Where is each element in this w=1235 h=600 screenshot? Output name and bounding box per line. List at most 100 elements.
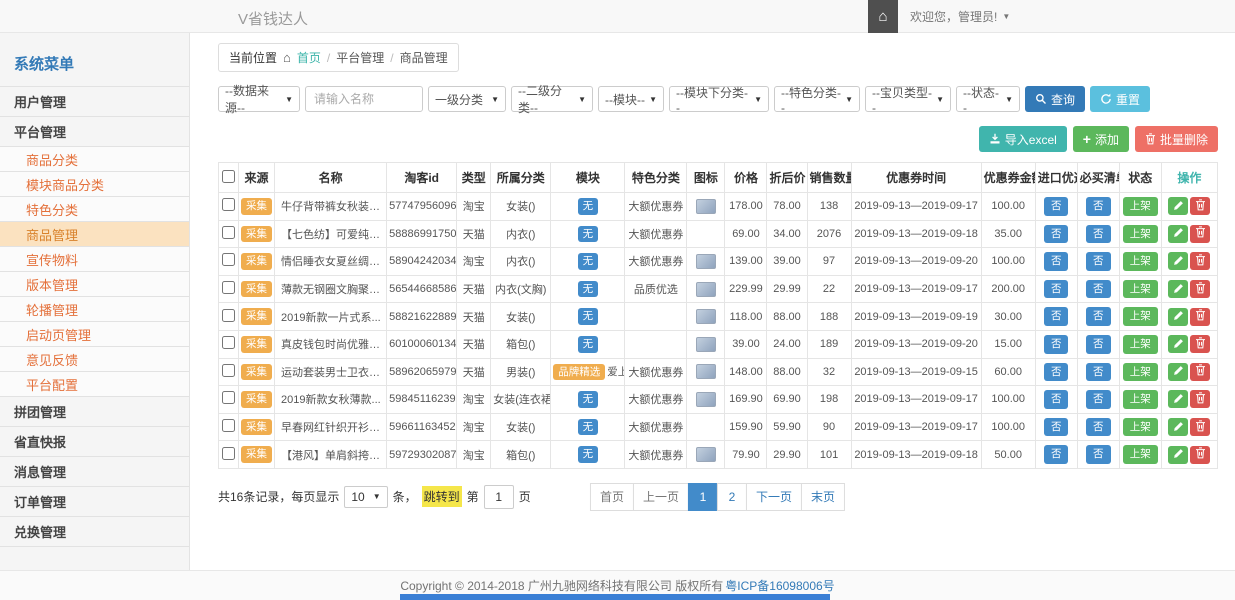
- pager-first[interactable]: 首页: [590, 483, 634, 511]
- data-source-select[interactable]: --数据来源--▼: [218, 86, 300, 112]
- sidebar-item-goods-management[interactable]: 商品管理: [0, 221, 189, 246]
- must-buy-toggle[interactable]: 否: [1086, 225, 1111, 244]
- item-type-select[interactable]: --宝贝类型--▼: [865, 86, 951, 112]
- import-select-toggle[interactable]: 否: [1044, 390, 1069, 409]
- import-select-toggle[interactable]: 否: [1044, 445, 1069, 464]
- sidebar-item-goods-category[interactable]: 商品分类: [0, 146, 189, 171]
- must-buy-toggle[interactable]: 否: [1086, 390, 1111, 409]
- edit-button[interactable]: [1168, 225, 1188, 243]
- import-select-toggle[interactable]: 否: [1044, 418, 1069, 437]
- delete-button[interactable]: [1190, 252, 1210, 270]
- import-select-toggle[interactable]: 否: [1044, 307, 1069, 326]
- import-select-toggle[interactable]: 否: [1044, 335, 1069, 354]
- delete-button[interactable]: [1190, 390, 1210, 408]
- edit-button[interactable]: [1168, 446, 1188, 464]
- import-select-toggle[interactable]: 否: [1044, 280, 1069, 299]
- status-toggle[interactable]: 上架: [1123, 390, 1158, 409]
- module-sub-category-select[interactable]: --模块下分类--▼: [669, 86, 769, 112]
- edit-button[interactable]: [1168, 363, 1188, 381]
- delete-button[interactable]: [1190, 308, 1210, 326]
- pager-page-2[interactable]: 2: [717, 483, 747, 511]
- row-checkbox[interactable]: [222, 226, 235, 239]
- row-checkbox[interactable]: [222, 336, 235, 349]
- delete-button[interactable]: [1190, 418, 1210, 436]
- row-checkbox[interactable]: [222, 309, 235, 322]
- row-checkbox[interactable]: [222, 198, 235, 211]
- breadcrumb-item-goods[interactable]: 商品管理: [400, 49, 448, 66]
- status-toggle[interactable]: 上架: [1123, 197, 1158, 216]
- edit-button[interactable]: [1168, 280, 1188, 298]
- edit-button[interactable]: [1168, 390, 1188, 408]
- must-buy-toggle[interactable]: 否: [1086, 307, 1111, 326]
- sidebar-item-message-management[interactable]: 消息管理: [0, 456, 189, 486]
- sidebar-item-platform-config[interactable]: 平台配置: [0, 371, 189, 396]
- sidebar-item-splash-page-management[interactable]: 启动页管理: [0, 321, 189, 346]
- delete-button[interactable]: [1190, 363, 1210, 381]
- feature-category-select[interactable]: --特色分类--▼: [774, 86, 860, 112]
- jump-page-input[interactable]: [484, 485, 514, 509]
- row-checkbox[interactable]: [222, 447, 235, 460]
- row-checkbox[interactable]: [222, 281, 235, 294]
- edit-button[interactable]: [1168, 335, 1188, 353]
- status-toggle[interactable]: 上架: [1123, 252, 1158, 271]
- row-checkbox[interactable]: [222, 419, 235, 432]
- per-page-select[interactable]: 10 ▼: [344, 486, 387, 508]
- level2-category-select[interactable]: --二级分类--▼: [511, 86, 593, 112]
- sidebar-item-exchange-management[interactable]: 兑换管理: [0, 516, 189, 546]
- delete-button[interactable]: [1190, 280, 1210, 298]
- status-toggle[interactable]: 上架: [1123, 335, 1158, 354]
- sidebar-item-feedback[interactable]: 意见反馈: [0, 346, 189, 371]
- edit-button[interactable]: [1168, 197, 1188, 215]
- sidebar-item-feature-category[interactable]: 特色分类: [0, 196, 189, 221]
- sidebar-item-module-goods-category[interactable]: 模块商品分类: [0, 171, 189, 196]
- status-toggle[interactable]: 上架: [1123, 445, 1158, 464]
- delete-button[interactable]: [1190, 225, 1210, 243]
- sidebar-item-promo-materials[interactable]: 宣传物料: [0, 246, 189, 271]
- must-buy-toggle[interactable]: 否: [1086, 335, 1111, 354]
- edit-button[interactable]: [1168, 418, 1188, 436]
- import-select-toggle[interactable]: 否: [1044, 197, 1069, 216]
- delete-button[interactable]: [1190, 197, 1210, 215]
- select-all-checkbox[interactable]: [222, 170, 235, 183]
- sidebar-item-carousel-management[interactable]: 轮播管理: [0, 296, 189, 321]
- sidebar-item-platform-management[interactable]: 平台管理: [0, 116, 189, 146]
- user-menu[interactable]: 欢迎您，管理员! ▼: [898, 8, 1024, 25]
- search-button[interactable]: 查询: [1025, 86, 1085, 112]
- sidebar-item-version-management[interactable]: 版本管理: [0, 271, 189, 296]
- breadcrumb-home-link[interactable]: 首页: [297, 49, 321, 66]
- delete-button[interactable]: [1190, 335, 1210, 353]
- status-toggle[interactable]: 上架: [1123, 225, 1158, 244]
- must-buy-toggle[interactable]: 否: [1086, 363, 1111, 382]
- name-input[interactable]: [305, 86, 423, 112]
- bulk-delete-button[interactable]: 批量删除: [1135, 126, 1218, 152]
- pager-prev[interactable]: 上一页: [633, 483, 689, 511]
- breadcrumb-item-platform[interactable]: 平台管理: [336, 49, 384, 66]
- module-select[interactable]: --模块--▼: [598, 86, 664, 112]
- pager-next[interactable]: 下一页: [746, 483, 802, 511]
- sidebar-item-user-management[interactable]: 用户管理: [0, 86, 189, 116]
- status-toggle[interactable]: 上架: [1123, 307, 1158, 326]
- sidebar-item-groupbuy-management[interactable]: 拼团管理: [0, 396, 189, 426]
- icp-link[interactable]: 粤ICP备16098006号: [725, 577, 834, 594]
- sidebar-item-cutoff-item[interactable]: [0, 546, 189, 570]
- status-select[interactable]: --状态--▼: [956, 86, 1020, 112]
- header-home-button[interactable]: ⌂: [868, 0, 898, 33]
- must-buy-toggle[interactable]: 否: [1086, 252, 1111, 271]
- import-select-toggle[interactable]: 否: [1044, 225, 1069, 244]
- pager-page-1[interactable]: 1: [688, 483, 718, 511]
- status-toggle[interactable]: 上架: [1123, 280, 1158, 299]
- import-excel-button[interactable]: 导入excel: [979, 126, 1067, 152]
- must-buy-toggle[interactable]: 否: [1086, 418, 1111, 437]
- status-toggle[interactable]: 上架: [1123, 418, 1158, 437]
- row-checkbox[interactable]: [222, 391, 235, 404]
- row-checkbox[interactable]: [222, 253, 235, 266]
- must-buy-toggle[interactable]: 否: [1086, 197, 1111, 216]
- reset-button[interactable]: 重置: [1090, 86, 1150, 112]
- level1-category-select[interactable]: 一级分类▼: [428, 86, 506, 112]
- delete-button[interactable]: [1190, 446, 1210, 464]
- import-select-toggle[interactable]: 否: [1044, 363, 1069, 382]
- sidebar-item-express-report[interactable]: 省直快报: [0, 426, 189, 456]
- must-buy-toggle[interactable]: 否: [1086, 280, 1111, 299]
- sidebar-item-order-management[interactable]: 订单管理: [0, 486, 189, 516]
- row-checkbox[interactable]: [222, 364, 235, 377]
